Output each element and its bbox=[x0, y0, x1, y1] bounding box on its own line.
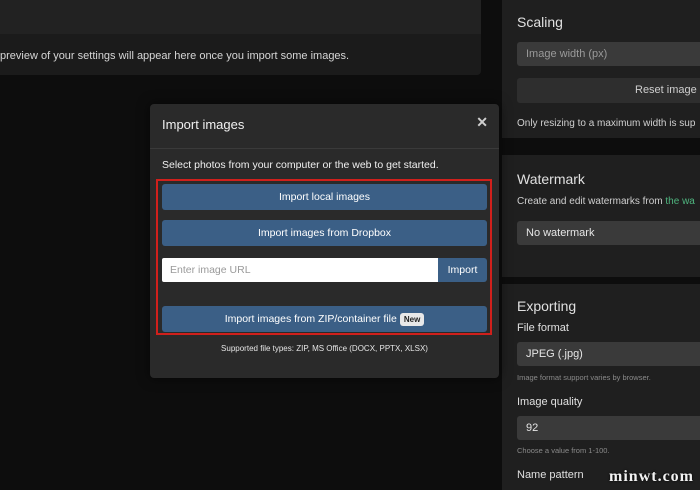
watermark-select[interactable]: No watermark bbox=[517, 221, 700, 245]
image-quality-label: Image quality bbox=[517, 396, 583, 408]
file-format-label: File format bbox=[517, 322, 569, 334]
scaling-note: Only resizing to a maximum width is sup bbox=[517, 118, 696, 129]
name-pattern-label: Name pattern bbox=[517, 469, 584, 481]
close-icon[interactable]: ✕ bbox=[476, 114, 488, 131]
import-zip-button[interactable]: Import images from ZIP/container file New bbox=[162, 306, 487, 332]
watermark-title: Watermark bbox=[517, 171, 585, 187]
import-images-modal: Import images ✕ Select photos from your … bbox=[150, 104, 499, 378]
watermark-link[interactable]: the wa bbox=[665, 196, 694, 207]
modal-description: Select photos from your computer or the … bbox=[162, 159, 439, 171]
exporting-title: Exporting bbox=[517, 298, 577, 314]
watermark-card: Watermark Create and edit watermarks fro… bbox=[502, 155, 700, 277]
import-from-dropbox-button[interactable]: Import images from Dropbox bbox=[162, 220, 487, 246]
file-format-select[interactable]: JPEG (.jpg) bbox=[517, 342, 700, 366]
file-format-hint: Image format support varies by browser. bbox=[517, 373, 651, 382]
modal-title: Import images bbox=[162, 117, 245, 132]
watermark-desc: Create and edit watermarks from bbox=[517, 196, 666, 207]
image-width-input[interactable]: Image width (px) bbox=[517, 42, 700, 66]
preview-message: preview of your settings will appear her… bbox=[0, 50, 350, 62]
import-zip-label: Import images from ZIP/container file bbox=[224, 313, 397, 325]
image-quality-hint: Choose a value from 1-100. bbox=[517, 446, 610, 455]
preview-panel: preview of your settings will appear her… bbox=[0, 0, 481, 75]
scaling-title: Scaling bbox=[517, 14, 563, 30]
supported-file-types: Supported file types: ZIP, MS Office (DO… bbox=[221, 344, 428, 353]
new-badge: New bbox=[399, 312, 425, 326]
image-quality-input[interactable]: 92 bbox=[517, 416, 700, 440]
preview-header-strip bbox=[0, 0, 481, 34]
scaling-card: Scaling Image width (px) Reset image sca… bbox=[502, 0, 700, 138]
image-url-input[interactable] bbox=[162, 258, 438, 282]
modal-header: Import images ✕ bbox=[150, 104, 499, 149]
image-width-placeholder: Image width (px) bbox=[526, 48, 608, 60]
import-local-images-button[interactable]: Import local images bbox=[162, 184, 487, 210]
exporting-card: Exporting File format JPEG (.jpg) Image … bbox=[502, 284, 700, 490]
import-url-button[interactable]: Import bbox=[438, 258, 487, 282]
site-watermark: minwt.com bbox=[609, 468, 694, 485]
reset-image-scale-button[interactable]: Reset image scale bbox=[517, 78, 700, 103]
